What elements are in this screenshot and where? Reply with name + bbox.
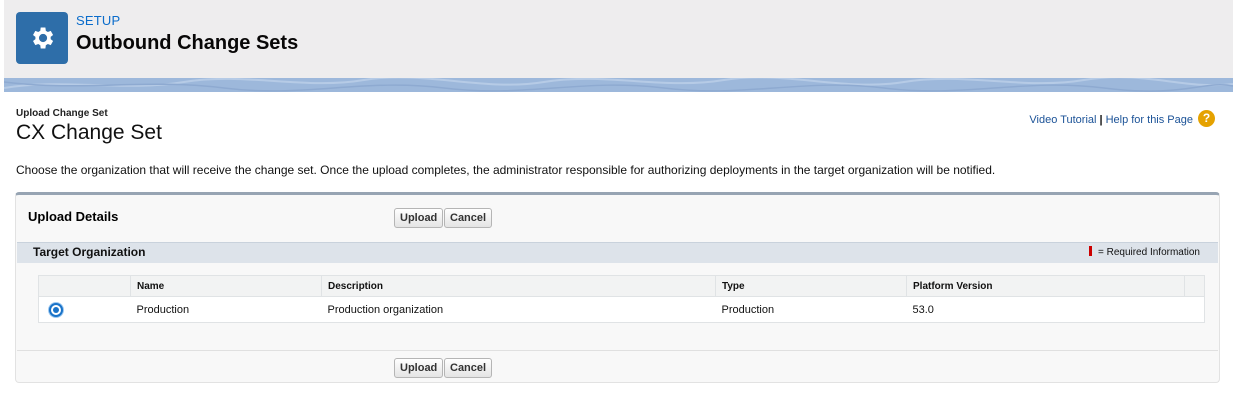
column-header-description: Description bbox=[321, 275, 716, 297]
upload-button-bottom[interactable]: Upload bbox=[394, 358, 444, 378]
video-tutorial-link[interactable]: Video Tutorial bbox=[1029, 114, 1096, 126]
cell-platform-version: 53.0 bbox=[912, 303, 934, 316]
help-links: Video Tutorial | Help for this Page bbox=[1029, 114, 1193, 126]
column-header-platform-version: Platform Version bbox=[906, 275, 1185, 297]
target-organization-section: Target Organization = Required Informati… bbox=[17, 242, 1218, 263]
organization-table: Name Description Type Platform Version P… bbox=[38, 275, 1205, 323]
cell-type: Production bbox=[721, 303, 775, 316]
section-title: Target Organization bbox=[33, 245, 146, 259]
page-title: CX Change Set bbox=[16, 121, 162, 144]
required-text: = Required Information bbox=[1097, 247, 1200, 258]
divider bbox=[17, 350, 1218, 351]
help-for-page-link[interactable]: Help for this Page bbox=[1106, 114, 1193, 126]
select-radio[interactable] bbox=[49, 302, 63, 317]
cancel-button-bottom[interactable]: Cancel bbox=[444, 358, 493, 378]
upload-button-top[interactable]: Upload bbox=[394, 208, 444, 228]
column-header-spacer bbox=[1184, 275, 1205, 297]
table-row[interactable]: Production Production organization Produ… bbox=[39, 297, 1205, 323]
table-header-row: Name Description Type Platform Version bbox=[38, 275, 1205, 297]
help-icon[interactable]: ? bbox=[1198, 110, 1215, 127]
required-legend: = Required Information bbox=[1088, 246, 1200, 258]
column-header-type: Type bbox=[715, 275, 907, 297]
instructions-text: Choose the organization that will receiv… bbox=[16, 163, 996, 177]
select-column-header bbox=[38, 275, 131, 297]
cell-description: Production organization bbox=[327, 303, 444, 316]
setup-eyebrow: SETUP bbox=[76, 13, 121, 28]
cancel-button-top[interactable]: Cancel bbox=[444, 208, 493, 228]
page-type-label: Upload Change Set bbox=[16, 108, 108, 119]
cell-name: Production bbox=[136, 303, 190, 316]
gear-icon bbox=[16, 12, 68, 64]
page-header-title: Outbound Change Sets bbox=[76, 32, 299, 54]
block-title: Upload Details bbox=[28, 209, 119, 224]
required-indicator bbox=[1088, 246, 1092, 256]
cell-spacer bbox=[1185, 297, 1205, 323]
setup-header: SETUP Outbound Change Sets bbox=[4, 0, 1233, 78]
upload-details-block: Upload Details Upload Cancel Target Orga… bbox=[15, 192, 1220, 383]
help-separator: | bbox=[1099, 114, 1103, 126]
decorative-band bbox=[4, 78, 1233, 92]
column-header-name: Name bbox=[130, 275, 322, 297]
